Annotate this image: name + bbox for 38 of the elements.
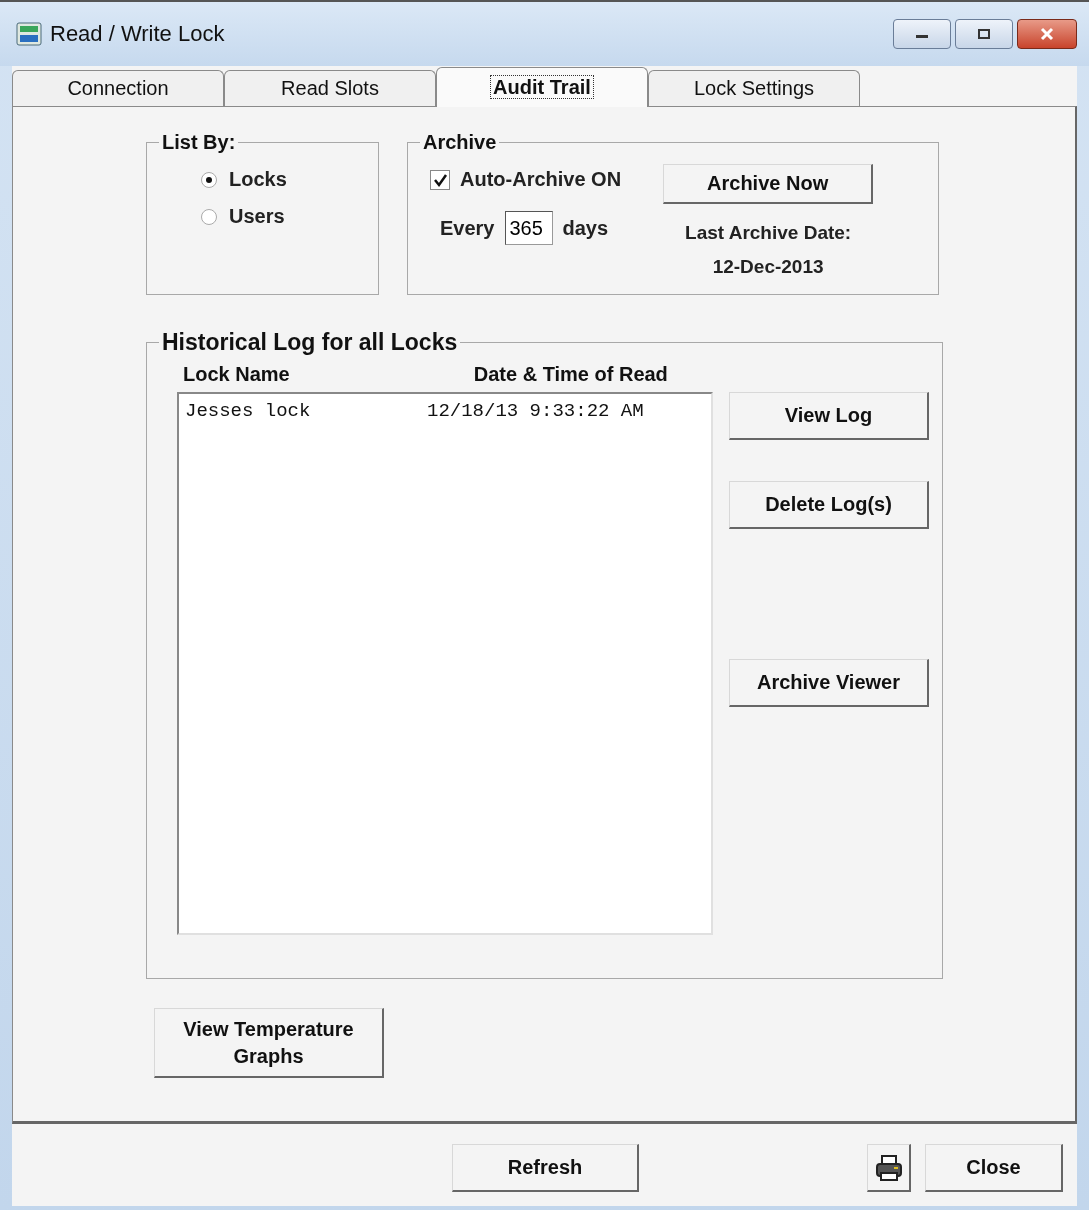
last-archive-label: Last Archive Date: (685, 221, 852, 245)
temperature-graphs-button[interactable]: View Temperature Graphs (154, 1008, 384, 1078)
tab[interactable]: Lock Settings (648, 70, 860, 106)
column-header: Date & Time of Read (473, 363, 668, 386)
field-label: days (562, 216, 609, 240)
radio-icon[interactable] (201, 208, 217, 225)
tab[interactable]: Read Slots (224, 70, 436, 106)
last-archive-date: 12-Dec-2013 (712, 255, 824, 279)
printer-icon (873, 1153, 904, 1182)
field-label: Every (440, 216, 495, 240)
close-icon (1038, 27, 1056, 41)
radio-option[interactable]: Users (201, 205, 378, 228)
refresh-button[interactable]: Refresh (452, 1144, 639, 1192)
group-label: Historical Log for all Locks (161, 329, 459, 356)
maximize-icon (976, 28, 992, 40)
group-label: List By: (161, 131, 237, 154)
column-header: Lock Name (183, 363, 290, 386)
log-button[interactable]: Delete Log(s) (729, 481, 929, 529)
maximize-button[interactable] (955, 19, 1013, 49)
window-title: Read / Write Lock (50, 21, 225, 47)
archive-now-button[interactable]: Archive Now (663, 164, 874, 204)
group-label: Archive (422, 131, 498, 154)
tab[interactable]: Audit Trail (436, 67, 648, 107)
radio-icon[interactable] (201, 171, 217, 188)
tab[interactable]: Connection (12, 70, 224, 106)
log-button[interactable]: Archive Viewer (729, 659, 929, 707)
close-button[interactable]: Close (925, 1144, 1063, 1192)
print-button[interactable] (867, 1144, 911, 1192)
checkbox-icon[interactable] (430, 169, 450, 190)
list-cell[interactable]: 12/18/13 9:33:22 AM (427, 400, 644, 422)
log-button[interactable]: View Log (729, 392, 929, 440)
radio-option[interactable]: Locks (201, 168, 378, 191)
app-icon (16, 22, 42, 46)
days-field[interactable]: 365 (504, 211, 553, 245)
minimize-button[interactable] (893, 19, 951, 49)
checkbox-option[interactable]: Auto-Archive ON (430, 168, 622, 191)
list-cell[interactable]: Jesses lock (185, 400, 427, 422)
close-button[interactable] (1017, 19, 1077, 49)
